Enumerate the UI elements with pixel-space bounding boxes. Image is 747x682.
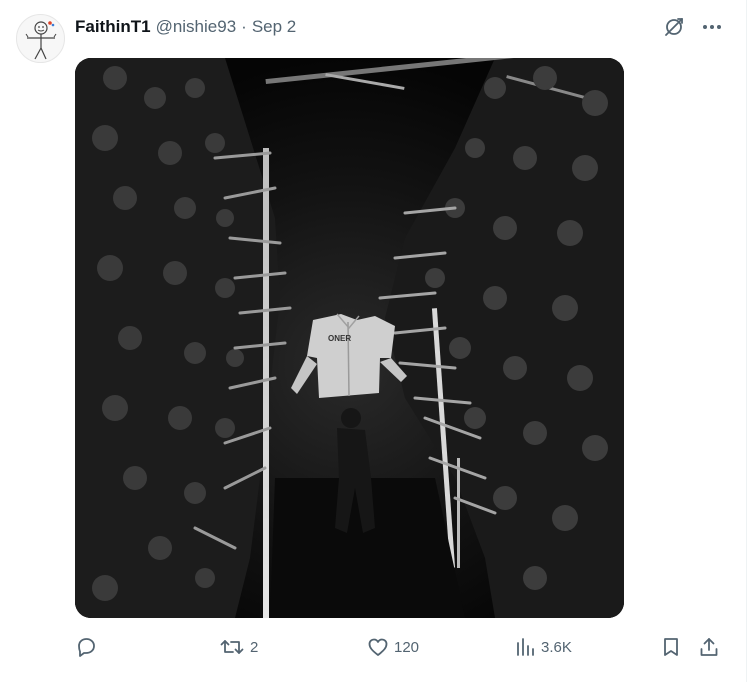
separator-dot: · xyxy=(241,17,247,36)
views-button[interactable]: 3.6K xyxy=(514,632,572,662)
jacket-text: ONER xyxy=(328,334,351,343)
display-name[interactable]: FaithinT1 xyxy=(75,16,151,38)
like-button[interactable]: 120 xyxy=(367,632,419,662)
tweet-card: FaithinT1 @nishie93 · Sep 2 ONER 2 120 3… xyxy=(0,0,747,682)
user-handle[interactable]: @nishie93 xyxy=(156,16,237,38)
bookmark-button[interactable] xyxy=(660,632,682,662)
share-icon xyxy=(698,636,720,658)
reply-button[interactable] xyxy=(75,632,102,662)
tweet-actions: 2 120 3.6K xyxy=(0,632,747,662)
heart-icon xyxy=(367,636,389,658)
retweet-icon xyxy=(219,636,245,658)
reply-icon xyxy=(75,636,97,658)
more-icon[interactable] xyxy=(699,14,725,40)
view-count: 3.6K xyxy=(541,638,572,656)
bookmark-icon xyxy=(660,636,682,658)
stick-figure-icon xyxy=(25,21,57,60)
avatar[interactable] xyxy=(16,14,65,63)
like-count: 120 xyxy=(394,638,420,656)
tweet-media-photo[interactable]: ONER xyxy=(75,58,624,618)
retweet-count: 2 xyxy=(250,638,259,656)
tweet-header: FaithinT1 @nishie93 · Sep 2 xyxy=(75,16,296,38)
share-button[interactable] xyxy=(698,632,720,662)
top-actions xyxy=(661,14,725,40)
tweet-date[interactable]: Sep 2 xyxy=(252,16,296,38)
grok-icon[interactable] xyxy=(661,14,687,40)
retweet-button[interactable]: 2 xyxy=(219,632,258,662)
analytics-icon xyxy=(514,636,536,658)
